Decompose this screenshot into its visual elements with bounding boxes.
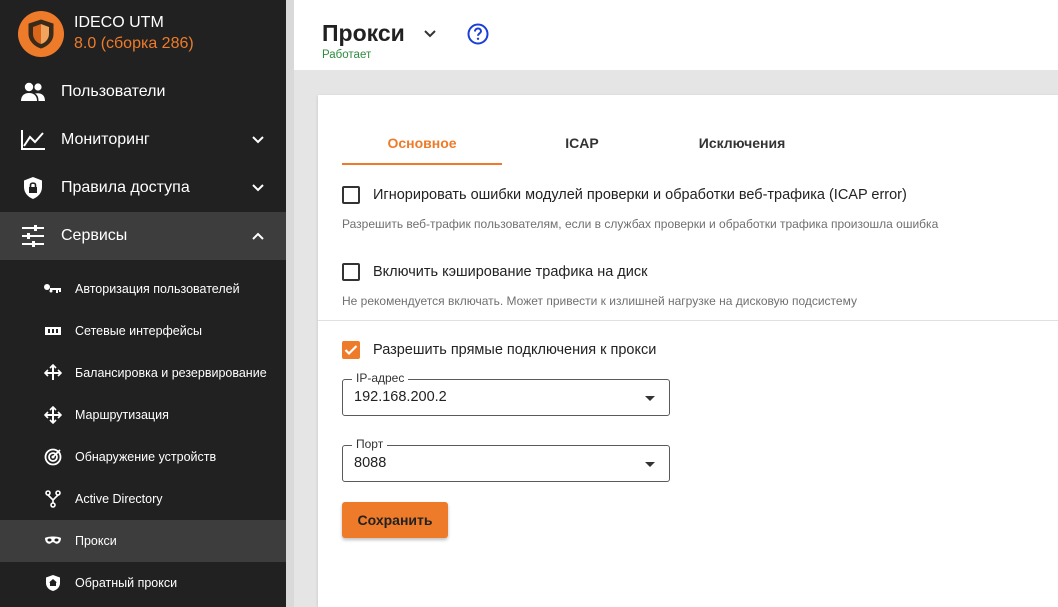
direct-connect-checkbox[interactable] <box>342 341 360 359</box>
nav-label: Правила доступа <box>61 179 190 196</box>
nav-item-monitoring[interactable]: Мониторинг <box>0 116 286 164</box>
disk-cache-option[interactable]: Включить кэширование трафика на диск <box>342 263 647 281</box>
disk-cache-label: Включить кэширование трафика на диск <box>373 264 648 280</box>
icap-error-option[interactable]: Игнорировать ошибки модулей проверки и о… <box>342 186 907 204</box>
tab-bar: Основное ICAP Исключения <box>342 125 822 165</box>
radar-icon <box>42 447 64 467</box>
direct-connect-label: Разрешить прямые подключения к прокси <box>373 342 657 358</box>
nav-label: Пользователи <box>61 83 166 100</box>
nav-item-services[interactable]: Сервисы <box>0 212 286 260</box>
section-divider <box>318 320 1058 321</box>
checkmark-icon <box>344 345 358 356</box>
caret-down-icon <box>645 396 655 401</box>
icap-error-checkbox[interactable] <box>342 186 360 204</box>
tab-exclusions[interactable]: Исключения <box>662 125 822 165</box>
arrows-split-icon <box>42 363 64 383</box>
mask-icon <box>42 531 64 551</box>
cross-arrows-icon <box>42 405 64 425</box>
port-value: 8088 <box>354 455 387 471</box>
nav-item-users[interactable]: Пользователи <box>0 68 286 116</box>
sidebar-item-label: Прокси <box>75 534 117 548</box>
sidebar-item-label: Маршрутизация <box>75 408 169 422</box>
nav-item-access-rules[interactable]: Правила доступа <box>0 164 286 212</box>
help-icon[interactable] <box>467 23 489 45</box>
ip-address-select[interactable]: IP-адрес 192.168.200.2 <box>342 371 670 416</box>
brand-version: 8.0 (сборка 286) <box>74 35 194 52</box>
chevron-up-icon <box>252 232 264 240</box>
disk-cache-checkbox[interactable] <box>342 263 360 281</box>
icap-error-label: Игнорировать ошибки модулей проверки и о… <box>373 187 907 203</box>
sidebar-item-user-auth[interactable]: Авторизация пользователей <box>0 268 286 310</box>
ip-address-value: 192.168.200.2 <box>354 389 447 405</box>
sidebar-item-label: Балансировка и резервирование <box>75 366 267 380</box>
sidebar-item-label: Обратный прокси <box>75 576 178 590</box>
disk-cache-hint: Не рекомендуется включать. Может привест… <box>342 294 857 308</box>
nav-label: Мониторинг <box>61 131 150 148</box>
caret-down-icon <box>645 462 655 467</box>
sidebar-item-label: Авторизация пользователей <box>75 282 240 296</box>
tab-icap[interactable]: ICAP <box>502 125 662 165</box>
sidebar-item-reverse-proxy[interactable]: Обратный прокси <box>0 562 286 604</box>
sidebar-item-proxy[interactable]: Прокси <box>0 520 286 562</box>
lock-shield-icon <box>18 175 48 201</box>
chart-line-icon <box>18 127 48 153</box>
users-icon <box>18 79 48 105</box>
ip-address-label: IP-адрес <box>352 371 409 385</box>
direct-connect-option[interactable]: Разрешить прямые подключения к прокси <box>342 341 656 359</box>
sidebar-item-routing[interactable]: Маршрутизация <box>0 394 286 436</box>
ideco-logo-icon <box>18 11 64 57</box>
sidebar: IDECO UTM 8.0 (сборка 286) Пользователи … <box>0 0 286 607</box>
brand: IDECO UTM 8.0 (сборка 286) <box>0 0 286 68</box>
chevron-down-icon <box>252 136 264 144</box>
sidebar-item-active-directory[interactable]: Active Directory <box>0 478 286 520</box>
chevron-down-icon[interactable] <box>422 26 438 42</box>
port-select[interactable]: Порт 8088 <box>342 437 670 482</box>
sidebar-item-label: Active Directory <box>75 492 163 506</box>
tab-general[interactable]: Основное <box>342 125 502 165</box>
sidebar-item-label: Обнаружение устройств <box>75 450 217 464</box>
sliders-icon <box>18 223 48 249</box>
sidebar-item-network-interfaces[interactable]: Сетевые интерфейсы <box>0 310 286 352</box>
sidebar-divider <box>286 0 294 607</box>
save-button[interactable]: Сохранить <box>342 502 448 538</box>
sidebar-item-device-discovery[interactable]: Обнаружение устройств <box>0 436 286 478</box>
key-icon <box>42 279 64 299</box>
ethernet-icon <box>42 321 64 341</box>
settings-card: Основное ICAP Исключения Игнорировать ош… <box>318 95 1058 607</box>
home-shield-icon <box>42 573 64 593</box>
brand-name: IDECO UTM <box>74 14 164 31</box>
icap-error-hint: Разрешить веб-трафик пользователям, если… <box>342 217 939 231</box>
sidebar-item-balancing[interactable]: Балансировка и резервирование <box>0 352 286 394</box>
page-title: Прокси <box>322 20 405 46</box>
status-text: Работает <box>322 49 372 61</box>
nav-label: Сервисы <box>61 227 128 244</box>
port-label: Порт <box>352 437 388 451</box>
tree-icon <box>42 489 64 509</box>
sidebar-item-label: Сетевые интерфейсы <box>75 324 202 338</box>
chevron-down-icon <box>252 184 264 192</box>
page-header: Прокси Работает <box>294 0 1058 70</box>
